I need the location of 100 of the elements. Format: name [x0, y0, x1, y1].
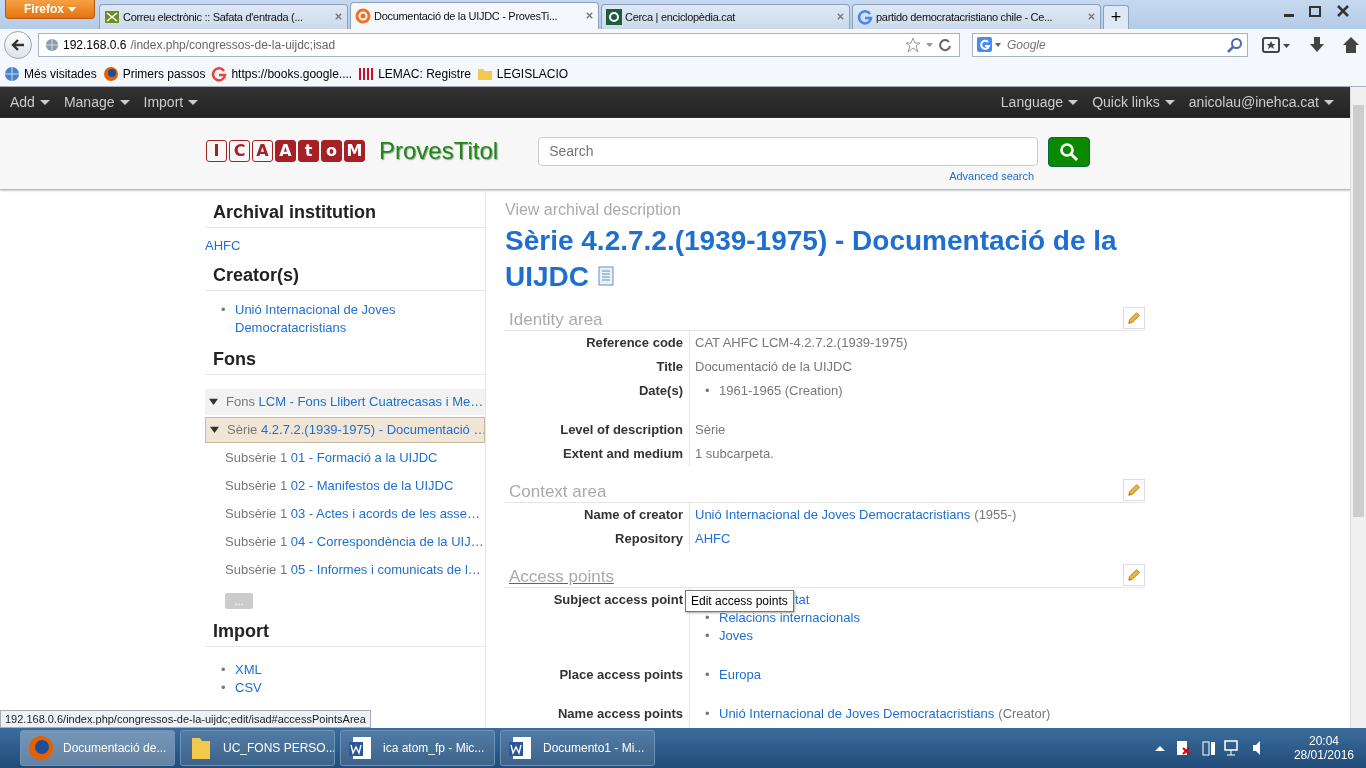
field-label: Repository: [505, 526, 690, 551]
tree-item[interactable]: Subsèrie 1 05 - Informes i comunicats de l…: [205, 556, 485, 583]
nav-menu[interactable]: Manage: [59, 86, 140, 118]
pencil-icon: [1127, 482, 1141, 497]
field-label: Date(s): [505, 378, 690, 418]
field-value: 1 subcarpeta.: [695, 445, 774, 461]
logo-letter: I: [206, 139, 227, 162]
nav-menu[interactable]: Language: [996, 86, 1089, 118]
new-tab-button[interactable]: +: [1103, 4, 1129, 29]
browser-tab[interactable]: partido democratacristiano chile - Ce...: [852, 3, 1101, 29]
home-icon[interactable]: [1342, 36, 1360, 55]
bookmark-item[interactable]: Primers passos: [102, 65, 206, 82]
taskbar-item[interactable]: Documentació de...: [20, 730, 175, 766]
value-link[interactable]: Europa: [719, 665, 761, 684]
value-link[interactable]: AHFC: [695, 530, 731, 546]
nav-menu[interactable]: anicolau@inehca.cat: [1184, 86, 1344, 118]
logo-letter: t: [298, 139, 319, 162]
bookmark-item[interactable]: LEGISLACIO: [476, 65, 569, 82]
close-icon[interactable]: [585, 11, 594, 21]
advanced-search-link[interactable]: Advanced search: [949, 169, 1035, 182]
expand-arrow-icon[interactable]: [209, 397, 218, 407]
tree-item[interactable]: Sèrie 4.2.7.2.(1939-1975) - Documentació …: [205, 416, 485, 443]
taskbar-item[interactable]: ica atom_fp - Mic...: [340, 730, 495, 766]
globe-icon: [45, 38, 59, 53]
section-heading: Fons: [205, 348, 485, 375]
institution-link[interactable]: AHFC: [205, 237, 485, 253]
bookmark-label: Primers passos: [122, 66, 206, 81]
nav-menu[interactable]: Quick links: [1088, 86, 1185, 118]
tree-item[interactable]: Subsèrie 1 04 - Correspondència de la UIJ…: [205, 528, 485, 555]
circle-icon: [355, 7, 371, 24]
search-button[interactable]: [1048, 136, 1091, 167]
firefox-icon: [102, 65, 119, 82]
nav-menu[interactable]: Add: [6, 86, 60, 118]
creator-link[interactable]: Unió Internacional de Joves Democratacristians: [235, 300, 485, 337]
page-subtitle: View archival description: [505, 200, 682, 219]
value-link[interactable]: Unió Internacional de Joves Democratacristians: [695, 506, 971, 522]
tree-item[interactable]: Subsèrie 1 03 - Actes i acords de les asse…: [205, 500, 485, 527]
taskbar-label: Documentació de...: [63, 741, 167, 755]
section-heading: Creator(s): [205, 264, 485, 291]
site-logo-icon: [606, 8, 622, 25]
value-note: (1955-): [974, 506, 1017, 522]
field-value: Documentació de la UIJDC: [695, 358, 852, 374]
g-logo-icon[interactable]: [977, 37, 1003, 54]
tree-item[interactable]: Subsèrie 1 02 - Manifestos de la UIJDC: [205, 472, 485, 499]
star-reload-icon[interactable]: [905, 37, 953, 54]
logo-letter: o: [321, 139, 342, 162]
logo-letter: C: [229, 139, 250, 162]
g-logo-icon: [211, 65, 228, 82]
browser-tab[interactable]: Correu electrònic :: Safata d'entrada (...: [99, 3, 348, 29]
pencil-icon: [1127, 567, 1141, 582]
search-icon[interactable]: [1227, 37, 1243, 54]
tree-item[interactable]: Subsèrie 1 01 - Formació a la UIJDC: [205, 444, 485, 471]
globe-icon: [4, 65, 20, 82]
logo-letter: M: [344, 139, 365, 162]
browser-tab[interactable]: Documentació de la UIJDC - ProvesTi...: [350, 1, 599, 29]
bookmark-item[interactable]: https://books.google....: [211, 65, 353, 82]
close-icon[interactable]: [334, 12, 343, 22]
taskbar-item[interactable]: Documento1 - Mi...: [500, 730, 655, 766]
tree-item[interactable]: Fons LCM - Fons Llibert Cuatrecasas i Me…: [205, 388, 485, 415]
site-name[interactable]: ProvesTitol: [379, 136, 499, 165]
taskbar-label: Documento1 - Mi...: [543, 741, 645, 755]
bookmark-label: LEMAC: Registre: [378, 66, 471, 81]
expand-arrow-icon[interactable]: [210, 425, 219, 435]
pencil-icon: [1127, 310, 1141, 325]
tab-title: Documentació de la UIJDC - ProvesTi...: [374, 9, 559, 22]
field-value: 1961-1965 (Creation): [719, 381, 843, 400]
import-link[interactable]: CSV: [235, 678, 262, 697]
close-icon[interactable]: [1087, 12, 1096, 22]
close-icon[interactable]: [836, 12, 845, 22]
status-url: 192.168.0.6/index.php/congressos-de-la-uijdc;edit/isad#accessPointsArea: [0, 710, 371, 729]
value-link[interactable]: Unió Internacional de Joves Democratacristians: [719, 704, 995, 723]
back-button[interactable]: [4, 31, 32, 60]
bookmark-label: https://books.google....: [231, 66, 353, 81]
logo-letter: A: [275, 139, 296, 162]
field-label: Subject access point: [505, 587, 690, 663]
nav-menu[interactable]: Import: [139, 86, 209, 118]
bookmarks-menu-icon[interactable]: [1262, 36, 1292, 55]
import-link[interactable]: XML: [235, 660, 262, 679]
address-bar[interactable]: 192.168.0.6 /index.php/congressos-de-la-uijdc;isad: [38, 33, 960, 58]
tab-title: Correu electrònic :: Safata d'entrada (...: [123, 10, 304, 23]
value-link[interactable]: tat: [795, 590, 810, 609]
section-heading: Import: [205, 620, 485, 647]
value-link[interactable]: Joves: [719, 626, 753, 645]
bullet: •: [705, 381, 711, 400]
taskbar-item[interactable]: UC_FONS PERSO...: [180, 730, 335, 766]
scrollbar[interactable]: [1350, 86, 1366, 729]
bars-icon: [358, 65, 375, 82]
bullet: •: [705, 704, 711, 723]
search-field[interactable]: Search: [538, 136, 1039, 166]
bookmark-item[interactable]: Més visitades: [4, 65, 97, 82]
firefox-icon: [27, 734, 55, 762]
search-icon: [1059, 141, 1080, 162]
bullet: •: [221, 660, 227, 679]
field-label: Place access points: [505, 662, 690, 702]
search-bar[interactable]: Google: [972, 33, 1248, 58]
browser-tab[interactable]: Cerca | enciclopèdia.cat: [601, 3, 850, 29]
clock-date: 28/01/2016: [1293, 748, 1354, 762]
g-logo-icon: [857, 8, 873, 25]
field-label: Extent and medium: [505, 441, 690, 466]
bookmark-item[interactable]: LEMAC: Registre: [358, 65, 471, 82]
